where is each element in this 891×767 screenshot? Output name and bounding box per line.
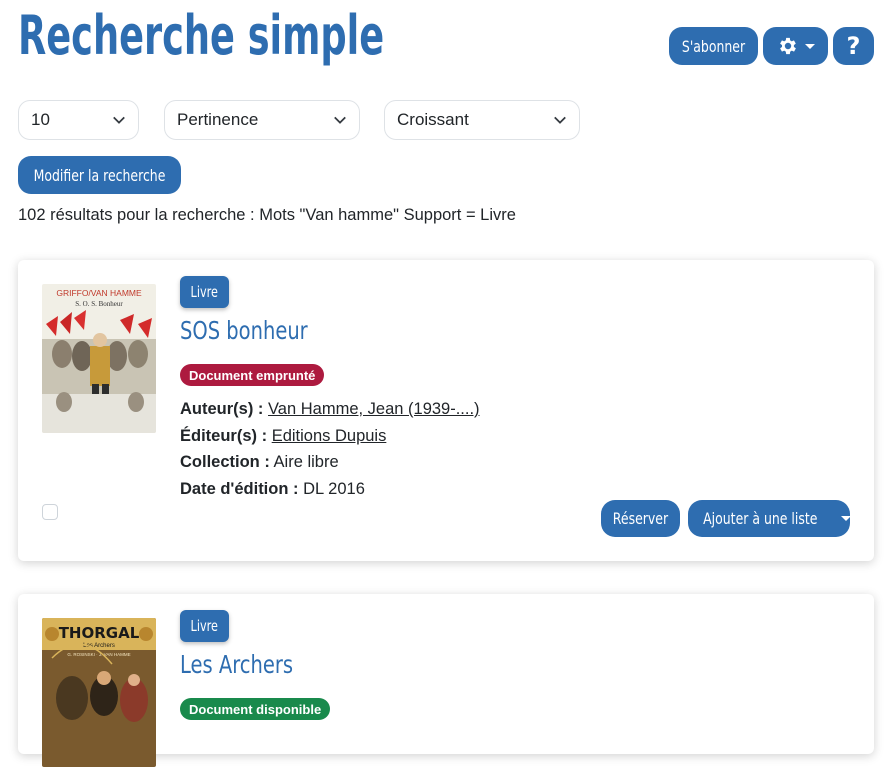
document-type-label: Livre <box>190 283 219 301</box>
gear-icon <box>779 37 796 55</box>
result-metadata: Auteur(s) : Van Hamme, Jean (1939-....) … <box>180 396 480 502</box>
reserve-label: Réserver <box>612 509 669 528</box>
cover-authors: GRIFFO/VAN HAMME <box>56 288 142 298</box>
result-title-link[interactable]: SOS bonheur <box>180 316 308 345</box>
sort-by-value: Pertinence <box>177 110 259 129</box>
sort-order-select[interactable]: Croissant <box>384 100 580 140</box>
result-card: GRIFFO/VAN HAMME S. O. S. Bonheur Livre … <box>18 260 874 561</box>
publisher-link[interactable]: Editions Dupuis <box>272 427 387 445</box>
help-icon: ? <box>846 32 861 60</box>
date-value: DL 2016 <box>303 479 365 498</box>
status-badge: Document emprunté <box>180 364 325 386</box>
chevron-down-icon <box>113 116 125 124</box>
chevron-down-icon <box>841 516 852 521</box>
document-type-label: Livre <box>190 617 219 635</box>
help-button[interactable]: ? <box>833 27 874 65</box>
results-per-page-select[interactable]: 10 <box>18 100 139 140</box>
status-badge: Document disponible <box>180 698 331 720</box>
header-actions: S'abonner ? <box>669 27 874 65</box>
select-checkbox[interactable] <box>42 504 58 520</box>
collection-label: Collection : <box>180 453 270 471</box>
add-to-list-label: Ajouter à une liste <box>702 509 818 528</box>
chevron-down-icon <box>554 116 566 124</box>
book-cover[interactable]: GRIFFO/VAN HAMME S. O. S. Bonheur <box>42 284 156 433</box>
chevron-down-icon <box>804 43 815 49</box>
result-title-link[interactable]: Les Archers <box>180 650 293 679</box>
results-per-page-value: 10 <box>31 110 50 129</box>
results-summary: 102 résultats pour la recherche : Mots "… <box>18 206 516 224</box>
modify-search-label: Modifier la recherche <box>33 165 166 185</box>
add-to-list-button[interactable]: Ajouter à une liste <box>688 500 852 537</box>
sort-by-select[interactable]: Pertinence <box>164 100 360 140</box>
publisher-label: Éditeur(s) : <box>180 426 268 445</box>
page-title: Recherche simple <box>18 4 385 67</box>
cover-title: S. O. S. Bonheur <box>75 300 123 308</box>
document-type-badge: Livre <box>180 276 229 308</box>
chevron-down-icon <box>334 116 346 124</box>
book-cover[interactable]: THORGAL Les Archers G. ROSINSKI · J. VAN… <box>42 618 156 767</box>
author-label: Auteur(s) : <box>180 400 264 418</box>
subscribe-button[interactable]: S'abonner <box>669 27 758 65</box>
result-actions: Réserver Ajouter à une liste <box>601 500 852 537</box>
date-label: Date d'édition : <box>180 479 299 498</box>
result-card: THORGAL Les Archers G. ROSINSKI · J. VAN… <box>18 594 874 767</box>
modify-search-button[interactable]: Modifier la recherche <box>18 156 181 194</box>
sort-order-value: Croissant <box>397 110 469 129</box>
document-type-badge: Livre <box>180 610 229 642</box>
cover-series: THORGAL <box>59 624 140 642</box>
author-link[interactable]: Van Hamme, Jean (1939-....) <box>268 400 480 418</box>
subscribe-label: S'abonner <box>681 36 746 56</box>
settings-dropdown-button[interactable] <box>763 27 828 65</box>
cover-authors: G. ROSINSKI · J. VAN HAMME <box>67 652 130 657</box>
collection-value: Aire libre <box>273 453 339 471</box>
reserve-button[interactable]: Réserver <box>601 500 680 537</box>
